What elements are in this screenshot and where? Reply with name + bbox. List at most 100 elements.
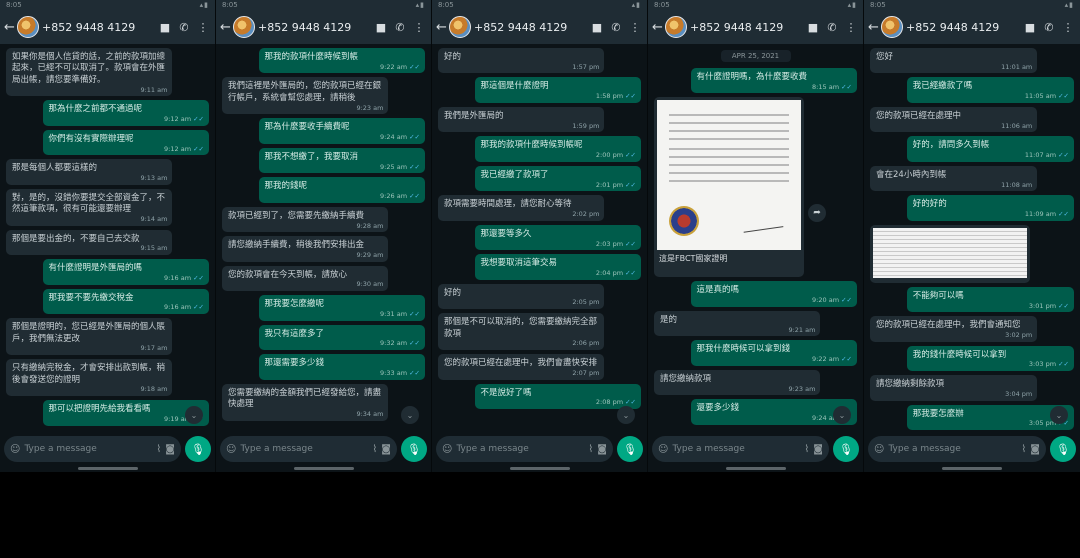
incoming-message[interactable]: 對，是的，沒錯你要提交全部資金了，不然這筆款項，很有可能還要辦理 9:14 am xyxy=(6,188,173,226)
outgoing-message[interactable]: 那我的款項什麼時候到帳 9:22 am xyxy=(258,48,425,74)
home-indicator[interactable] xyxy=(77,466,138,470)
incoming-message[interactable]: 那個是不可以取消的，您需要繳納完全部款項 2:06 pm xyxy=(438,313,605,351)
outgoing-message[interactable]: 有什麼證明是外匯局的嗎 9:16 am xyxy=(42,259,209,285)
incoming-message[interactable]: 您的款項已經在處理中 11:06 am xyxy=(870,106,1038,133)
outgoing-message[interactable]: 好的，請問多久到帳 11:07 am xyxy=(906,136,1074,162)
message-input[interactable] xyxy=(888,444,1018,454)
camera-icon[interactable]: ◙ xyxy=(381,444,391,455)
message-input[interactable] xyxy=(240,444,369,454)
arrow-left-icon[interactable]: ← xyxy=(4,20,15,35)
screenshot-image-message[interactable] xyxy=(870,224,1030,283)
phone-icon[interactable]: ✆ xyxy=(1041,21,1057,34)
video-camera-icon[interactable]: ■ xyxy=(373,21,389,34)
outgoing-message[interactable]: 那我要怎麼繳呢 9:31 am xyxy=(258,295,425,321)
incoming-message[interactable]: 我們是外匯局的 1:59 pm xyxy=(438,106,605,133)
outgoing-message[interactable]: 那我不想繳了，我要取消 9:25 am xyxy=(258,147,425,174)
camera-icon[interactable]: ◙ xyxy=(1030,444,1040,455)
avatar[interactable] xyxy=(665,16,687,38)
outgoing-message[interactable]: 好的好的 11:09 am xyxy=(906,195,1074,221)
outgoing-message[interactable]: 我已經繳了款項了 2:01 pm xyxy=(474,165,641,192)
video-camera-icon[interactable]: ■ xyxy=(157,21,173,34)
microphone-icon[interactable]: 🎙 xyxy=(833,436,859,462)
paperclip-icon[interactable]: ⌇ xyxy=(588,444,593,455)
avatar[interactable] xyxy=(17,16,39,38)
arrow-left-icon[interactable]: ← xyxy=(220,20,231,35)
microphone-icon[interactable]: 🎙 xyxy=(401,436,427,462)
message-list[interactable]: APR 25, 2021 有什麼證明嗎，為什麼要收費 8:15 am 這是FBCT國家… xyxy=(648,44,863,430)
video-camera-icon[interactable]: ■ xyxy=(805,21,821,34)
avatar[interactable] xyxy=(881,16,903,38)
contact-name[interactable]: +852 9448 4129 xyxy=(258,21,370,34)
outgoing-message[interactable]: 那我要怎麼辦 3:05 pm xyxy=(906,404,1074,430)
incoming-message[interactable]: 只有繳納完稅金，才會安排出款到帳，稍後會發送您的證明 9:18 am xyxy=(6,359,173,397)
phone-icon[interactable]: ✆ xyxy=(824,21,840,34)
avatar[interactable] xyxy=(233,16,255,38)
outgoing-message[interactable]: 我想要取消這筆交易 2:04 pm xyxy=(474,254,641,280)
paperclip-icon[interactable]: ⌇ xyxy=(372,444,377,455)
incoming-message[interactable]: 您的款項已經在處理中，我們會盡快安排 2:07 pm xyxy=(438,354,605,380)
message-list[interactable]: 如果你是個人信貸的話，之前的款項加總起來，已經不可以取消了。款項會在外匯局出帳，… xyxy=(0,44,215,430)
more-vert-icon[interactable]: ⋮ xyxy=(1060,21,1076,34)
incoming-message[interactable]: 您的款項會在今天到帳，請放心 9:30 am xyxy=(222,265,389,292)
outgoing-message[interactable]: 那可以把證明先給我看看嗎 9:19 am xyxy=(42,400,209,426)
video-camera-icon[interactable]: ■ xyxy=(1022,21,1038,34)
chevron-down-icon[interactable]: ⌄ xyxy=(401,406,419,424)
incoming-message[interactable]: 您的款項已經在處理中，我們會通知您 3:02 pm xyxy=(870,316,1038,342)
incoming-message[interactable]: 是的 9:21 am xyxy=(654,310,821,337)
arrow-left-icon[interactable]: ← xyxy=(436,20,447,35)
incoming-message[interactable]: 您好 11:01 am xyxy=(870,48,1038,74)
outgoing-message[interactable]: 我已經繳款了嗎 11:05 am xyxy=(906,77,1074,103)
outgoing-message[interactable]: 那我的錢呢 9:26 am xyxy=(258,177,425,203)
outgoing-message[interactable]: 那這個是什麼證明 1:58 pm xyxy=(474,77,641,103)
chevron-down-icon[interactable]: ⌄ xyxy=(185,406,203,424)
arrow-left-icon[interactable]: ← xyxy=(868,20,879,35)
outgoing-message[interactable]: 那為什麼要收手續費呢 9:24 am xyxy=(258,118,425,144)
incoming-message[interactable]: 好的 1:57 pm xyxy=(438,48,605,74)
paperclip-icon[interactable]: ⌇ xyxy=(1021,444,1026,455)
home-indicator[interactable] xyxy=(293,466,354,470)
document-image-message[interactable]: 這是FBCT國家證明 xyxy=(654,97,804,278)
message-input[interactable] xyxy=(672,444,801,454)
outgoing-message[interactable]: 那我要不要先繳交稅金 9:16 am xyxy=(42,288,209,315)
outgoing-message[interactable]: 還要多少錢 9:24 am xyxy=(690,399,857,425)
microphone-icon[interactable]: 🎙 xyxy=(185,436,211,462)
chevron-down-icon[interactable]: ⌄ xyxy=(1050,406,1068,424)
emoji-icon[interactable]: ☺ xyxy=(658,444,668,455)
phone-icon[interactable]: ✆ xyxy=(176,21,192,34)
message-list[interactable]: 那我的款項什麼時候到帳 9:22 am 我們這裡是外匯局的，您的款項已經在銀行帳戶，… xyxy=(216,44,431,430)
outgoing-message[interactable]: 不是說好了嗎 2:08 pm xyxy=(474,383,641,410)
microphone-icon[interactable]: 🎙 xyxy=(1050,436,1076,462)
message-list[interactable]: 您好 11:01 am 我已經繳款了嗎 11:05 am 您的款項已經在處理中 11:06… xyxy=(864,44,1080,430)
outgoing-message[interactable]: 你們有沒有實際辦理呢 9:12 am xyxy=(42,129,209,156)
paperclip-icon[interactable]: ⌇ xyxy=(804,444,809,455)
outgoing-message[interactable]: 那還需要多少錢 9:33 am xyxy=(258,354,425,380)
paperclip-icon[interactable]: ⌇ xyxy=(156,444,161,455)
home-indicator[interactable] xyxy=(509,466,570,470)
contact-name[interactable]: +852 9448 4129 xyxy=(42,21,154,34)
incoming-message[interactable]: 款項已經到了，您需要先繳納手續費 9:28 am xyxy=(222,206,389,233)
outgoing-message[interactable]: 有什麼證明嗎，為什麼要收費 8:15 am xyxy=(690,68,857,94)
home-indicator[interactable] xyxy=(725,466,786,470)
phone-icon[interactable]: ✆ xyxy=(608,21,624,34)
incoming-message[interactable]: 請您繳納款項 9:23 am xyxy=(654,369,821,396)
contact-name[interactable]: +852 9448 4129 xyxy=(474,21,586,34)
contact-name[interactable]: +852 9448 4129 xyxy=(906,21,1019,34)
incoming-message[interactable]: 我們這裡是外匯局的，您的款項已經在銀行帳戶，系統會幫您處理，請稍後 9:23 am xyxy=(222,77,389,115)
outgoing-message[interactable]: 我的錢什麼時候可以拿到 3:03 pm xyxy=(906,345,1074,372)
camera-icon[interactable]: ◙ xyxy=(597,444,607,455)
incoming-message[interactable]: 會在24小時內到帳 11:08 am xyxy=(870,165,1038,192)
incoming-message[interactable]: 如果你是個人信貸的話，之前的款項加總起來，已經不可以取消了。款項會在外匯局出帳，… xyxy=(6,48,173,97)
more-vert-icon[interactable]: ⋮ xyxy=(411,21,427,34)
chevron-down-icon[interactable]: ⌄ xyxy=(833,406,851,424)
message-input[interactable] xyxy=(24,444,153,454)
outgoing-message[interactable]: 那我的款項什麼時候到帳呢 2:00 pm xyxy=(474,136,641,162)
incoming-message[interactable]: 您需要繳納的金額我們已經發給您，請盡快處理 9:34 am xyxy=(222,383,389,421)
camera-icon[interactable]: ◙ xyxy=(165,444,175,455)
video-camera-icon[interactable]: ■ xyxy=(589,21,605,34)
emoji-icon[interactable]: ☺ xyxy=(442,444,452,455)
incoming-message[interactable]: 那個是證明的，您已經是外匯局的個人賬戶，我們無法更改 9:17 am xyxy=(6,318,173,356)
outgoing-message[interactable]: 那我什麼時候可以拿到錢 9:22 am xyxy=(690,340,857,366)
incoming-message[interactable]: 好的 2:05 pm xyxy=(438,283,605,310)
incoming-message[interactable]: 那是每個人都要這樣的 9:13 am xyxy=(6,159,173,185)
emoji-icon[interactable]: ☺ xyxy=(10,444,20,455)
